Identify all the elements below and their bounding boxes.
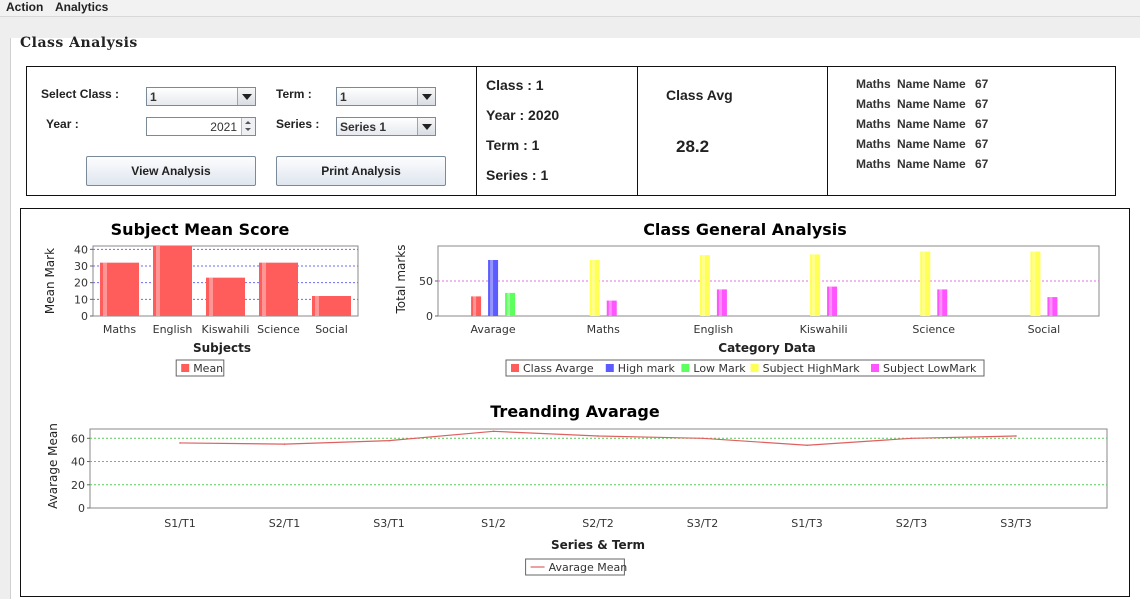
y-axis-label: Avarage Mean <box>46 423 60 509</box>
y-axis-label: Mean Mark <box>43 248 57 314</box>
y-tick-label: 20 <box>71 479 85 492</box>
y-tick-label: 40 <box>71 456 85 469</box>
bar-highlight <box>608 300 612 316</box>
legend-swatch <box>605 364 614 372</box>
bar-highlight <box>507 292 511 316</box>
bar <box>505 292 516 316</box>
y-tick-label: 0 <box>426 310 433 323</box>
x-tick-label: S3/T3 <box>1000 517 1031 530</box>
x-tick-label: Science <box>912 323 955 336</box>
bar-highlight <box>262 262 266 316</box>
legend-entry: Subject HighMark <box>763 362 861 375</box>
bar-highlight <box>156 246 160 316</box>
y-axis-label: Total marks <box>394 244 408 314</box>
bar-highlight <box>473 296 477 316</box>
x-tick-label: S1/2 <box>481 517 506 530</box>
trend-point <box>597 435 599 437</box>
y-tick-label: 60 <box>71 432 85 445</box>
chart-title: Treanding Avarage <box>490 402 660 421</box>
charts-svg: Subject Mean Score Subjects Mean Mark 0 10 20… <box>43 220 1108 576</box>
x-tick-label: Avarage <box>471 323 516 336</box>
plot-area <box>89 428 1108 509</box>
trend-point <box>283 443 286 445</box>
legend-entry: Mean <box>193 362 223 375</box>
x-tick-label: Kiswahili <box>800 323 848 336</box>
x-tick-label: English <box>694 323 734 336</box>
legend-entry: Class Avarge <box>523 362 594 375</box>
x-tick-label: English <box>153 323 193 336</box>
x-tick-label: Maths <box>103 323 137 336</box>
bar-highlight <box>829 286 833 316</box>
legend-entry: Low Mark <box>693 362 746 375</box>
bar-highlight <box>939 289 943 316</box>
y-tick-label: 0 <box>78 502 85 515</box>
x-tick-label: S3/T1 <box>373 517 404 530</box>
trend-point <box>1015 435 1017 437</box>
x-tick-label: S2/T1 <box>269 517 300 530</box>
legend-swatch <box>181 364 190 372</box>
bar-highlight <box>718 289 722 316</box>
bar-highlight <box>315 296 319 316</box>
x-tick-label: S3/T2 <box>687 517 718 530</box>
x-axis-label: Subjects <box>193 341 251 355</box>
legend-swatch <box>750 364 759 372</box>
trend-point <box>179 442 181 444</box>
legend-entry: High mark <box>618 362 676 375</box>
x-tick-label: Social <box>315 323 348 336</box>
x-tick-label: Kiswahili <box>202 323 250 336</box>
x-tick-label: Maths <box>587 323 621 336</box>
y-tick-label: 50 <box>419 275 433 288</box>
trend-point <box>492 430 495 433</box>
bar-highlight <box>490 260 494 316</box>
bar-highlight <box>209 277 213 316</box>
x-tick-label: Social <box>1028 323 1061 336</box>
x-tick-label: S2/T2 <box>582 517 613 530</box>
y-tick-label: 30 <box>74 260 88 273</box>
y-tick-label: 0 <box>81 310 88 323</box>
y-tick-label: 10 <box>74 293 88 306</box>
legend-swatch <box>511 364 519 372</box>
bar-highlight <box>812 254 816 316</box>
legend-entry: Subject LowMark <box>883 362 977 375</box>
legend-entry: Avarage Mean <box>549 561 628 574</box>
y-tick-label: 20 <box>74 277 88 290</box>
x-tick-label: S1/T1 <box>164 517 195 530</box>
trend-point <box>388 439 390 442</box>
bar-highlight <box>701 255 705 316</box>
bar-highlight <box>1032 251 1036 316</box>
bar-highlight <box>591 260 595 316</box>
x-axis-label: Category Data <box>718 341 815 355</box>
trend-point <box>806 444 808 447</box>
x-tick-label: S1/T3 <box>791 517 822 530</box>
chart-title: Class General Analysis <box>643 220 847 239</box>
y-tick-label: 40 <box>74 243 88 256</box>
x-axis-label: Series & Term <box>551 538 645 552</box>
bar-highlight <box>1049 297 1053 316</box>
x-tick-label: S2/T3 <box>896 517 927 530</box>
chart-title: Subject Mean Score <box>111 220 290 239</box>
x-tick-label: Science <box>257 323 300 336</box>
legend-swatch <box>871 364 879 372</box>
legend-swatch <box>681 364 690 372</box>
bar-highlight <box>103 262 107 316</box>
trend-point <box>910 437 913 440</box>
trend-point <box>701 437 704 440</box>
bar-highlight <box>922 251 926 316</box>
